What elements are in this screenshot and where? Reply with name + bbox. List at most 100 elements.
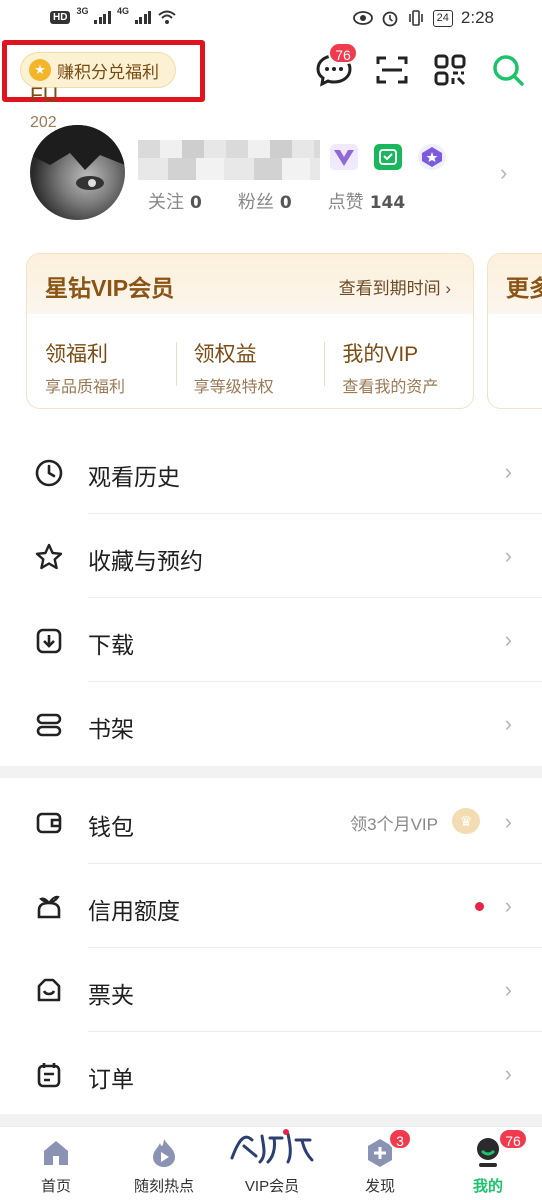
more-card[interactable]: 更多 <box>487 253 542 409</box>
bookshelf-icon <box>36 713 62 737</box>
menu-item-wallet[interactable]: 钱包 领3个月VIP ♛ › <box>0 780 542 864</box>
vip-item-subtitle: 查看我的资产 <box>342 379 439 396</box>
vip-item-title: 领权益 <box>193 343 257 366</box>
crown-icon: ♛ <box>452 808 480 834</box>
menu-item-label: 收藏与预约 <box>88 548 203 574</box>
vip-item-title: 领福利 <box>45 343 108 366</box>
sim2-type: 4G <box>116 6 129 16</box>
vip-card[interactable]: 星钻VIP会员 查看到期时间 › 领福利 享品质福利 领权益 享等级特权 我的V… <box>26 253 474 409</box>
wallet-icon <box>36 812 62 834</box>
menu-item-download[interactable]: 下载 › <box>0 598 542 682</box>
home-icon <box>44 1141 68 1165</box>
menu-item-label: 票夹 <box>88 982 134 1008</box>
vip-brush-logo <box>226 1128 316 1176</box>
profile-chevron-icon[interactable]: › <box>500 160 507 186</box>
more-card-header: 更多 <box>488 254 542 314</box>
username-blurred-2 <box>138 158 320 180</box>
stat-followers-value: 0 <box>279 193 292 213</box>
tab-label: VIP会员 <box>244 1178 300 1195</box>
stat-following-value: 0 <box>190 193 202 213</box>
qrcode-icon <box>434 54 466 86</box>
alarm-icon <box>382 11 398 27</box>
battery-indicator: 24 <box>432 9 453 27</box>
scan-button[interactable] <box>372 50 412 90</box>
vip-level-icon[interactable] <box>330 144 358 170</box>
menu-item-ticket[interactable]: 票夹 › <box>0 948 542 1032</box>
vip-item-rights[interactable]: 领权益 享等级特权 <box>175 338 325 397</box>
wallet-vip-tip: 领3个月VIP <box>350 815 438 834</box>
stat-likes[interactable]: 点赞 144 <box>328 188 406 214</box>
signal-icon <box>94 10 111 24</box>
search-icon <box>493 55 524 86</box>
more-card-line2: 202 <box>30 114 57 131</box>
menu-item-label: 信用额度 <box>88 898 180 924</box>
menu-item-label: 钱包 <box>88 814 134 840</box>
vibrate-icon <box>408 10 423 26</box>
tab-mine[interactable]: 76 我的 <box>448 1127 528 1200</box>
section-divider <box>0 1114 542 1126</box>
credit-icon <box>37 895 61 919</box>
vip-item-benefits[interactable]: 领福利 享品质福利 <box>27 338 176 397</box>
download-icon <box>36 628 62 654</box>
tab-label: 我的 <box>472 1178 503 1195</box>
tab-discover[interactable]: 3 发现 <box>340 1127 420 1200</box>
vip-expire-label: 查看到期时间 <box>338 279 441 298</box>
messages-badge: 76 <box>328 42 358 64</box>
avatar-art <box>30 125 125 190</box>
eye-icon <box>352 11 373 25</box>
vip-item-title: 我的VIP <box>342 343 419 366</box>
menu-item-bookshelf[interactable]: 书架 › <box>0 682 542 766</box>
signal-icon-2 <box>134 10 152 24</box>
vip-item-subtitle: 享品质福利 <box>45 379 126 396</box>
stat-likes-label: 点赞 <box>327 192 364 212</box>
chevron-right-icon: › <box>504 711 512 736</box>
vip-item-my-vip[interactable]: 我的VIP 查看我的资产 <box>324 338 473 397</box>
tab-hot[interactable]: 随刻热点 <box>124 1127 204 1200</box>
vip-items: 领福利 享品质福利 领权益 享等级特权 我的VIP 查看我的资产 <box>27 314 473 397</box>
chevron-right-icon: › <box>504 459 512 484</box>
vip-card-header: 星钻VIP会员 查看到期时间 › <box>27 254 473 314</box>
hd-badge: HD <box>50 10 71 24</box>
order-icon <box>37 1063 61 1088</box>
mine-badge: 76 <box>498 1128 528 1150</box>
scan-icon <box>376 56 408 84</box>
vip-item-subtitle: 享等级特权 <box>193 379 274 396</box>
menu-item-history[interactable]: 观看历史 › <box>0 430 542 514</box>
flame-icon <box>153 1139 175 1167</box>
menu-item-credit[interactable]: 信用额度 › <box>0 864 542 948</box>
tab-label: 随刻热点 <box>133 1178 194 1195</box>
menu-item-favorites[interactable]: 收藏与预约 › <box>0 514 542 598</box>
more-card-title: 更多 <box>506 275 542 301</box>
vip-card-title: 星钻VIP会员 <box>45 275 175 301</box>
status-right: 24 2:28 <box>352 8 494 28</box>
profile-stats: 关注 0 粉丝 0 点赞 144 <box>148 188 405 214</box>
chevron-right-icon: › <box>504 543 512 568</box>
tab-label: 首页 <box>40 1178 71 1195</box>
stat-followers[interactable]: 粉丝 0 <box>238 188 292 214</box>
stat-following-label: 关注 <box>148 192 184 212</box>
stat-likes-value: 144 <box>369 193 406 213</box>
stat-followers-label: 粉丝 <box>237 192 274 212</box>
qrcode-button[interactable] <box>430 50 470 90</box>
menu-item-orders[interactable]: 订单 › <box>0 1032 542 1116</box>
chevron-right-icon: › <box>504 1061 512 1086</box>
avatar[interactable] <box>30 125 125 220</box>
message-badge-icon[interactable] <box>374 144 402 170</box>
section-divider <box>0 766 542 778</box>
tab-home[interactable]: 首页 <box>16 1127 96 1200</box>
level-star-icon[interactable] <box>418 144 446 170</box>
status-left: HD 3G 4G <box>50 6 177 25</box>
ticket-icon <box>37 978 61 1002</box>
status-bar: HD 3G 4G 24 2:28 <box>0 0 542 38</box>
more-card-line1: FU <box>30 84 58 107</box>
stat-following[interactable]: 关注 0 <box>148 188 202 214</box>
messages-button[interactable]: 76 <box>314 42 358 90</box>
chevron-right-icon: › <box>504 627 512 652</box>
tab-label: 发现 <box>364 1178 395 1195</box>
wifi-icon <box>158 10 177 24</box>
search-button[interactable] <box>488 50 528 90</box>
chevron-right-icon: › <box>504 893 512 918</box>
menu-item-label: 书架 <box>88 716 134 742</box>
chevron-right-icon: › <box>504 809 512 834</box>
vip-expire-link[interactable]: 查看到期时间 › <box>339 274 451 299</box>
